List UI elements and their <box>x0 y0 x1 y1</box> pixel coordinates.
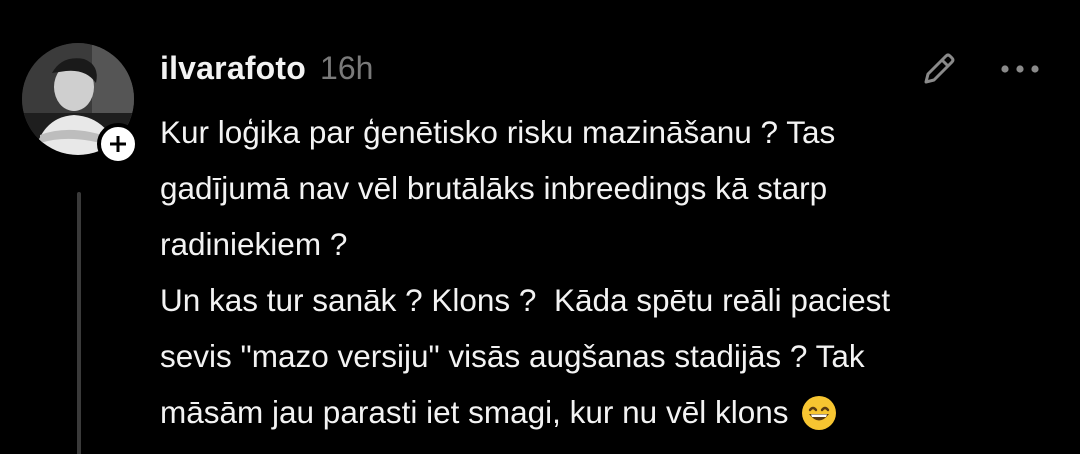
post-text-line: Kur loģika par ģenētisko risku mazināšan… <box>160 114 836 150</box>
more-options-button[interactable] <box>992 44 1048 94</box>
grinning-emoji-icon <box>801 392 837 448</box>
edit-button[interactable] <box>914 44 964 94</box>
plus-icon <box>110 136 126 152</box>
post-header: ilvarafoto 16h <box>160 44 373 92</box>
post-text-line: gadījumā nav vēl brutālāks inbreedings k… <box>160 170 828 206</box>
follow-button[interactable] <box>97 123 139 165</box>
post-text-line: radiniekiem ? <box>160 226 348 262</box>
timestamp: 16h <box>320 49 374 86</box>
post-text-line: sevis "mazo versiju" visās augšanas stad… <box>160 338 865 374</box>
thread-line <box>77 192 81 454</box>
post-text-line: Un kas tur sanāk ? Klons ? Kāda spētu re… <box>160 282 891 318</box>
ellipsis-icon <box>1001 65 1039 73</box>
post-text-line: māsām jau parasti iet smagi, kur nu vēl … <box>160 394 789 430</box>
pencil-icon <box>924 53 955 84</box>
comment-post: ilvarafoto 16h Kur loģika par ģenētisko … <box>0 0 1080 454</box>
username[interactable]: ilvarafoto <box>160 50 306 87</box>
post-text-last-line: māsām jau parasti iet smagi, kur nu vēl … <box>160 384 1060 448</box>
post-text: Kur loģika par ģenētisko risku mazināšan… <box>160 104 1060 448</box>
